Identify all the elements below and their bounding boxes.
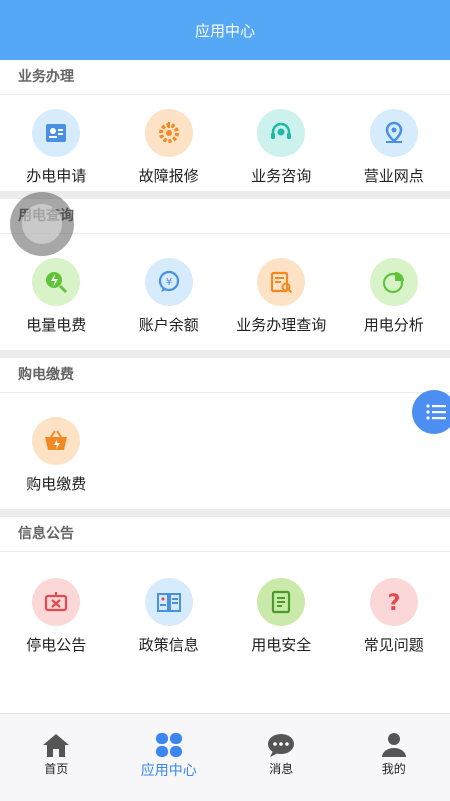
item-label: 购电缴费 — [26, 473, 86, 494]
tab-label: 消息 — [269, 760, 293, 777]
item-label: 政策信息 — [139, 634, 199, 655]
power-off-icon — [32, 578, 80, 626]
business-consult-button[interactable]: 业务咨询 — [225, 109, 338, 186]
usage-analysis-button[interactable]: 用电分析 — [338, 258, 450, 335]
fault-repair-button[interactable]: 故障报修 — [113, 109, 226, 186]
policy-info-button[interactable]: 政策信息 — [113, 578, 226, 655]
home-icon — [41, 732, 71, 758]
item-label: 营业网点 — [364, 165, 424, 186]
item-label: 账户余额 — [139, 314, 199, 335]
pie-chart-icon — [370, 258, 418, 306]
shield-document-icon — [257, 578, 305, 626]
tab-label: 我的 — [382, 760, 406, 777]
section-grid: 停电公告 政策信息 用电安全 ? 常见问题 — [0, 552, 450, 655]
item-label: 故障报修 — [139, 165, 199, 186]
gear-wrench-icon — [145, 109, 193, 157]
section-divider — [0, 509, 450, 517]
basket-icon — [32, 417, 80, 465]
tab-app-center[interactable]: 应用中心 — [113, 714, 226, 801]
book-icon — [145, 578, 193, 626]
svg-text:¥: ¥ — [166, 277, 172, 288]
header-bar: 应用中心 — [0, 0, 450, 60]
business-query-button[interactable]: 业务办理查询 — [225, 258, 338, 335]
faq-button[interactable]: ? 常见问题 — [338, 578, 450, 655]
power-safety-button[interactable]: 用电安全 — [225, 578, 338, 655]
tab-home[interactable]: 首页 — [0, 714, 113, 801]
item-label: 停电公告 — [26, 634, 86, 655]
section-announcements: 信息公告 停电公告 政策信息 用电安全 ? 常见问题 — [0, 517, 450, 713]
tab-label: 应用中心 — [141, 760, 197, 780]
tab-messages[interactable]: 消息 — [225, 714, 338, 801]
section-purchase: 购电缴费 购电缴费 — [0, 358, 450, 509]
question-icon: ? — [370, 578, 418, 626]
floating-menu-button[interactable] — [412, 390, 450, 434]
section-grid: 电量电费 ¥ 账户余额 业务办理查询 用电分析 — [0, 234, 450, 335]
purchase-pay-button[interactable]: 购电缴费 — [0, 417, 113, 494]
item-label: 业务咨询 — [251, 165, 311, 186]
location-pin-icon — [370, 109, 418, 157]
chat-bubble-icon — [266, 732, 296, 758]
service-apply-button[interactable]: 办电申请 — [0, 109, 113, 186]
document-search-icon — [257, 258, 305, 306]
lightning-search-icon — [32, 258, 80, 306]
list-icon — [426, 403, 446, 421]
bottom-tab-bar: 首页 应用中心 消息 我的 — [0, 713, 450, 801]
id-card-icon — [32, 109, 80, 157]
account-balance-button[interactable]: ¥ 账户余额 — [113, 258, 226, 335]
item-label: 办电申请 — [26, 165, 86, 186]
section-title: 信息公告 — [0, 517, 450, 552]
outage-notice-button[interactable]: 停电公告 — [0, 578, 113, 655]
electricity-fee-button[interactable]: 电量电费 — [0, 258, 113, 335]
tab-mine[interactable]: 我的 — [338, 714, 450, 801]
section-business: 业务办理 办电申请 故障报修 业务咨询 营业网点 — [0, 60, 450, 191]
item-label: 电量电费 — [26, 314, 86, 335]
section-grid: 购电缴费 — [0, 393, 450, 494]
assistive-touch-button[interactable] — [10, 192, 74, 256]
service-outlet-button[interactable]: 营业网点 — [338, 109, 450, 186]
section-divider — [0, 191, 450, 199]
headset-icon — [257, 109, 305, 157]
section-grid: 办电申请 故障报修 业务咨询 营业网点 — [0, 95, 450, 186]
person-icon — [379, 732, 409, 758]
assistive-touch-icon — [22, 204, 62, 244]
svg-text:?: ? — [387, 591, 400, 615]
item-label: 常见问题 — [364, 634, 424, 655]
tab-label: 首页 — [44, 760, 68, 777]
section-divider — [0, 350, 450, 358]
section-title: 业务办理 — [0, 60, 450, 95]
four-petal-icon — [154, 732, 184, 758]
page-title: 应用中心 — [195, 20, 255, 41]
section-title: 购电缴费 — [0, 358, 450, 393]
item-label: 业务办理查询 — [236, 314, 326, 335]
item-label: 用电安全 — [251, 634, 311, 655]
item-label: 用电分析 — [364, 314, 424, 335]
yen-chat-icon: ¥ — [145, 258, 193, 306]
